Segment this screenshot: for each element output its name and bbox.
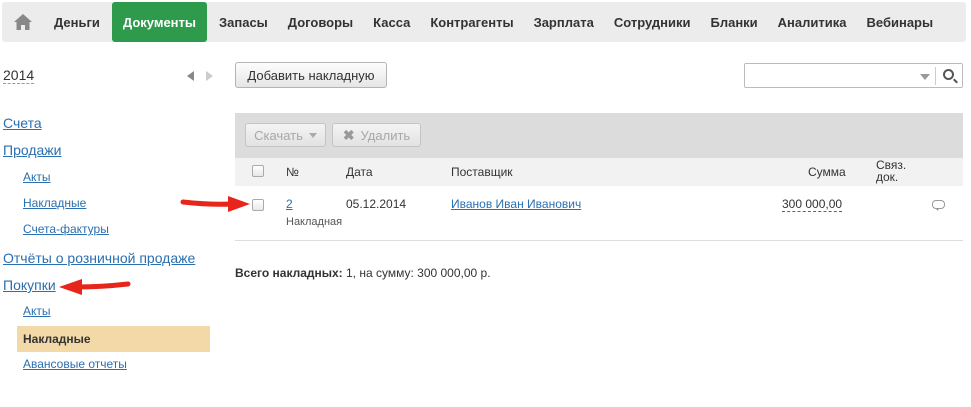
sidebar-item-purchases[interactable]: Покупки (3, 277, 56, 293)
nav-stock[interactable]: Запасы (209, 2, 278, 42)
nav-webinars[interactable]: Вебинары (857, 2, 944, 42)
row-checkbox[interactable] (252, 199, 264, 211)
nav-contracts[interactable]: Договоры (278, 2, 363, 42)
nav-employees[interactable]: Сотрудники (604, 2, 701, 42)
download-label: Скачать (254, 127, 303, 143)
chevron-down-icon[interactable] (920, 74, 930, 80)
red-arrow-icon (180, 196, 250, 212)
delete-button[interactable]: ✖ Удалить (332, 123, 421, 147)
sidebar: 2014 (0, 60, 215, 90)
sidebar-item-sales[interactable]: Продажи (3, 142, 61, 158)
column-date: Дата (346, 165, 373, 179)
summary-label: Всего накладных: (235, 266, 343, 280)
nav-salary[interactable]: Зарплата (524, 2, 604, 42)
nav-cashbox[interactable]: Касса (363, 2, 420, 42)
delete-label: Удалить (360, 127, 411, 143)
sidebar-item-sales-waybills[interactable]: Накладные (23, 196, 86, 210)
sidebar-item-retail-reports[interactable]: Отчёты о розничной продаже (3, 250, 195, 266)
home-icon (14, 14, 32, 30)
sidebar-item-sales-acts[interactable]: Акты (23, 170, 51, 184)
sidebar-item-label: Накладные (23, 332, 91, 346)
close-icon: ✖ (342, 126, 355, 143)
waybill-number-link[interactable]: 2 (286, 197, 293, 211)
add-waybill-button[interactable]: Добавить накладную (235, 62, 387, 88)
comment-icon[interactable] (932, 200, 945, 211)
sidebar-item-invoices[interactable]: Счета (3, 115, 42, 131)
nav-documents[interactable]: Документы (111, 2, 207, 42)
nav-counterparties[interactable]: Контрагенты (420, 2, 523, 42)
document-type: Накладная (286, 216, 343, 228)
nav-money[interactable]: Деньги (44, 2, 110, 42)
divider (935, 67, 936, 85)
toolbar: Скачать ✖ Удалить (235, 113, 963, 158)
sidebar-item-advance-reports[interactable]: Авансовые отчеты (23, 357, 127, 371)
prev-year-icon[interactable] (187, 71, 194, 81)
home-button[interactable] (2, 2, 44, 42)
nav-analytics[interactable]: Аналитика (768, 2, 857, 42)
next-year-icon[interactable] (206, 71, 213, 81)
amount-value[interactable]: 300 000,00 (782, 197, 843, 212)
top-nav: Деньги Документы Запасы Договоры Касса К… (2, 2, 966, 42)
chevron-down-icon (308, 132, 317, 138)
search-input[interactable] (744, 63, 963, 88)
supplier-link[interactable]: Иванов Иван Иванович (451, 197, 581, 211)
select-all-checkbox[interactable] (252, 165, 264, 177)
summary-text: Всего накладных: 1, на сумму: 300 000,00… (235, 266, 491, 280)
sidebar-item-sales-invoices[interactable]: Счета-фактуры (23, 222, 109, 236)
red-arrow-icon (59, 279, 131, 295)
summary-value: 1, на сумму: 300 000,00 р. (342, 266, 491, 280)
column-supplier: Поставщик (451, 165, 513, 179)
nav-forms[interactable]: Бланки (700, 2, 767, 42)
column-related-docs: Связ. док. (876, 158, 907, 184)
column-amount: Сумма (808, 165, 846, 179)
search-icon[interactable] (943, 69, 954, 80)
column-number: № (286, 165, 299, 179)
download-button[interactable]: Скачать (245, 123, 326, 147)
sidebar-item-purchases-acts[interactable]: Акты (23, 304, 51, 318)
sidebar-item-purchases-waybills[interactable]: Накладные (17, 326, 210, 352)
year-selector: 2014 (0, 60, 215, 90)
year-label[interactable]: 2014 (3, 67, 35, 84)
table-row: 2 Накладная 05.12.2014 Иванов Иван Ивано… (235, 186, 963, 241)
table-header: № Дата Поставщик Сумма Связ. док. (235, 158, 963, 186)
document-date: 05.12.2014 (346, 197, 407, 211)
